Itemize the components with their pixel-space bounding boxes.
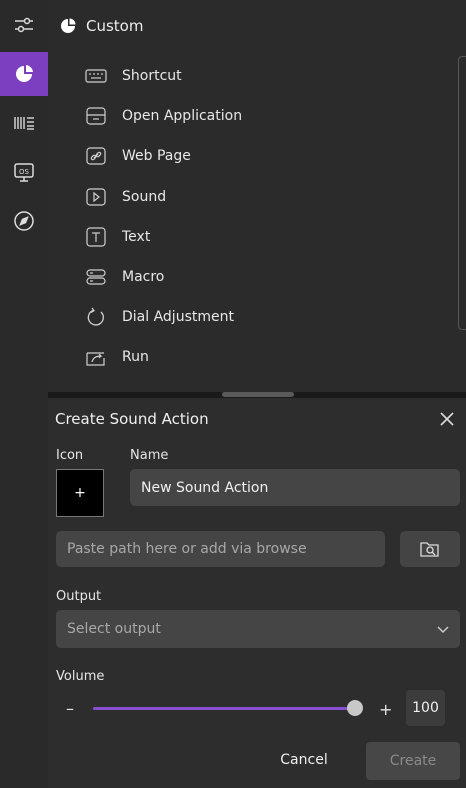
compass-icon — [14, 211, 34, 231]
action-label: Text — [122, 229, 151, 245]
action-label: Run — [122, 349, 149, 365]
action-label: Open Application — [122, 108, 243, 124]
panel-header: Custom — [60, 14, 143, 38]
output-select-value: Select output — [67, 621, 161, 637]
custom-pie-icon — [61, 18, 76, 33]
macro-icon — [86, 269, 106, 285]
action-shortcut[interactable]: Shortcut — [84, 60, 424, 92]
rotate-icon — [87, 307, 104, 326]
panel-title: Custom — [86, 17, 144, 35]
action-text[interactable]: Text — [84, 221, 424, 253]
play-icon — [86, 188, 106, 206]
volume-slider-thumb[interactable] — [347, 700, 363, 716]
sliders-icon — [15, 17, 33, 33]
action-web-page[interactable]: Web Page — [84, 140, 424, 172]
resize-handle[interactable] — [222, 392, 294, 397]
action-run[interactable]: Run — [84, 341, 424, 373]
action-label: Sound — [122, 189, 167, 205]
create-button[interactable]: Create — [366, 742, 460, 780]
action-label: Dial Adjustment — [122, 309, 234, 325]
svg-text:OS: OS — [19, 168, 30, 176]
close-icon[interactable] — [438, 410, 456, 428]
dialog-title: Create Sound Action — [55, 410, 209, 428]
action-label: Web Page — [122, 148, 191, 164]
volume-value[interactable]: 100 — [406, 690, 445, 726]
folder-search-icon — [420, 542, 439, 557]
sidebar-item-library[interactable] — [0, 101, 48, 145]
application-window-icon — [86, 107, 106, 125]
chevron-down-icon — [437, 626, 449, 633]
scrollbar[interactable] — [458, 56, 466, 330]
sidebar: OS — [0, 0, 48, 788]
action-label: Shortcut — [122, 68, 182, 84]
volume-slider-track[interactable] — [93, 707, 355, 710]
custom-pie-icon — [16, 65, 33, 82]
cancel-button[interactable]: Cancel — [268, 742, 340, 778]
name-input[interactable]: New Sound Action — [130, 469, 460, 506]
output-select[interactable]: Select output — [56, 610, 460, 648]
action-label: Macro — [122, 269, 165, 285]
monitor-os-icon: OS — [14, 163, 34, 182]
name-label: Name — [130, 448, 169, 463]
icon-label: Icon — [56, 448, 84, 463]
keyboard-icon — [85, 69, 107, 83]
sound-path-input[interactable]: Paste path here or add via browse — [56, 531, 385, 567]
action-open-application[interactable]: Open Application — [84, 100, 424, 132]
sidebar-item-discover[interactable] — [0, 199, 48, 243]
custom-actions-panel: Custom Shortcut Open Application Web Pag… — [48, 0, 466, 392]
volume-decrease-button[interactable]: – — [66, 699, 74, 718]
sidebar-item-system[interactable]: OS — [0, 150, 48, 194]
browse-button[interactable] — [400, 531, 460, 567]
link-icon — [86, 147, 106, 165]
action-macro[interactable]: Macro — [84, 261, 424, 293]
volume-label: Volume — [56, 669, 105, 684]
sidebar-item-custom[interactable] — [0, 52, 48, 96]
action-sound[interactable]: Sound — [84, 181, 424, 213]
action-dial-adjustment[interactable]: Dial Adjustment — [84, 301, 424, 333]
volume-increase-button[interactable]: + — [379, 700, 392, 719]
sidebar-item-settings[interactable] — [0, 3, 48, 47]
icon-picker[interactable]: + — [56, 469, 104, 517]
barcode-icon — [14, 117, 34, 130]
output-label: Output — [56, 589, 102, 604]
text-t-icon — [86, 227, 106, 247]
run-share-icon — [86, 352, 105, 366]
create-sound-action-dialog: Create Sound Action Icon Name + New Soun… — [48, 398, 466, 788]
